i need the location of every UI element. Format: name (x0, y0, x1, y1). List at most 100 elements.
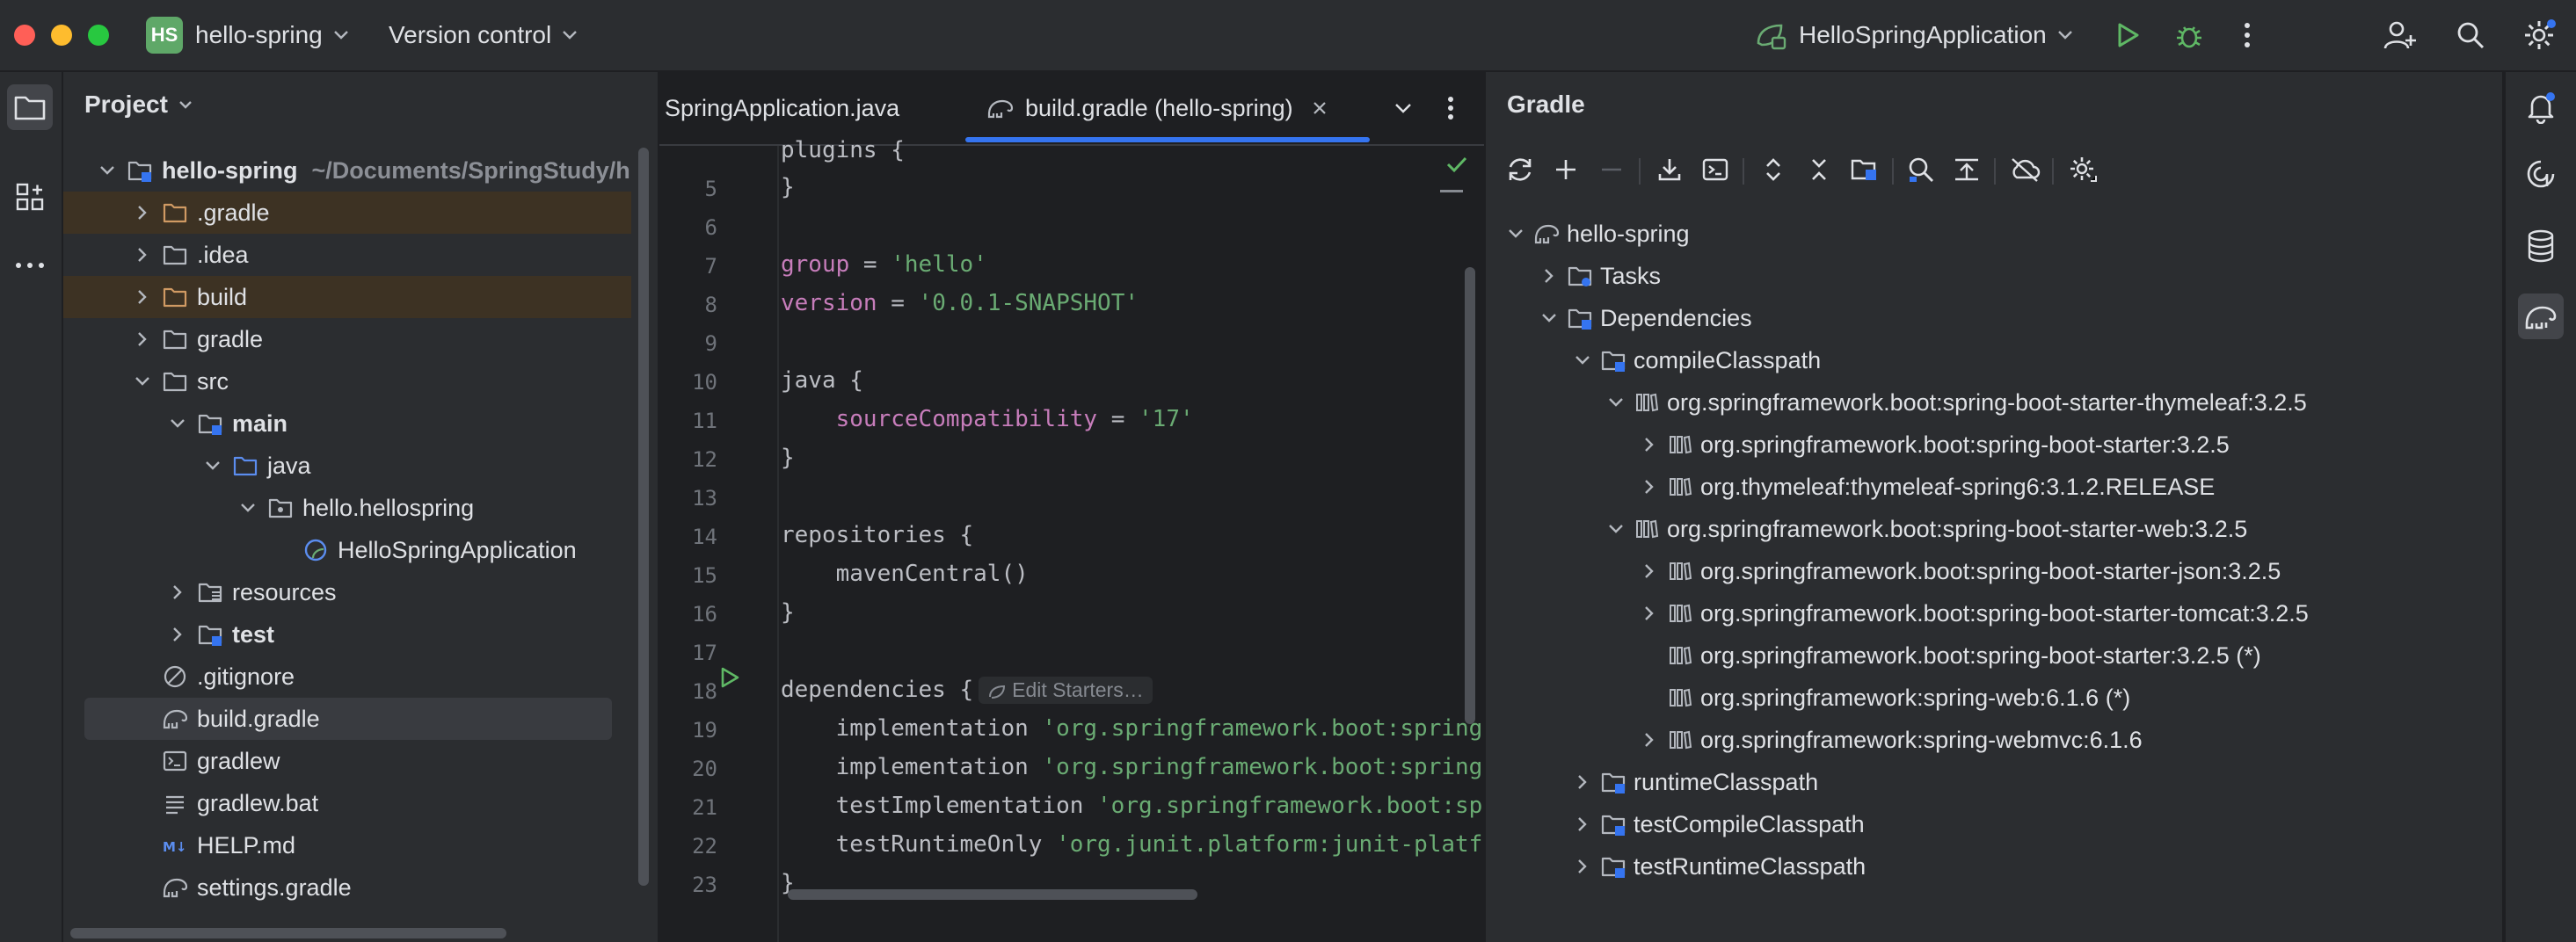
gradle-settings-button[interactable] (2066, 153, 2099, 186)
editor-horizontal-scrollbar[interactable] (788, 889, 1197, 900)
chevron-right-icon[interactable] (134, 246, 151, 264)
show-ignored-button[interactable] (1950, 153, 1983, 186)
tree-item[interactable]: gradlew (63, 740, 626, 782)
window-close-button[interactable] (14, 25, 35, 46)
tree-item[interactable]: test (63, 613, 626, 656)
chevron-right-icon[interactable] (169, 626, 186, 643)
gradle-tree-item[interactable]: org.springframework.boot:spring-boot-sta… (1486, 424, 2479, 466)
project-horizontal-scrollbar[interactable] (70, 928, 506, 938)
code-line[interactable]: implementation 'org.springframework.boot… (781, 715, 1484, 742)
run-configuration-selector[interactable]: HelloSpringApplication (1755, 0, 2073, 70)
tree-item[interactable]: build (63, 276, 631, 318)
chevron-right-icon[interactable] (1574, 773, 1591, 791)
project-vertical-scrollbar[interactable] (638, 148, 649, 886)
collapse-all-button[interactable] (1802, 153, 1836, 186)
tree-item[interactable]: hello-spring ~/Documents/SpringStudy/h (63, 149, 630, 192)
window-minimize-button[interactable] (51, 25, 72, 46)
chevron-down-icon[interactable] (239, 499, 257, 517)
tree-item[interactable]: gradle (63, 318, 626, 360)
tree-item[interactable]: .gradle (63, 192, 631, 234)
chevron-right-icon[interactable] (134, 288, 151, 306)
tree-item[interactable]: main (63, 402, 626, 445)
gradle-tree-item[interactable]: org.springframework.boot:spring-boot-sta… (1486, 592, 2479, 634)
code-line[interactable]: sourceCompatibility = '17' (781, 406, 1194, 432)
code-line[interactable]: java { (781, 367, 863, 394)
chevron-right-icon[interactable] (1641, 605, 1658, 622)
edit-starters-inlay[interactable]: Edit Starters… (979, 677, 1153, 704)
gradle-tree-item[interactable]: testRuntimeClasspath (1486, 845, 2479, 888)
code-line[interactable]: mavenCentral() (781, 561, 1029, 587)
code-line[interactable]: dependencies {Edit Starters… (781, 677, 1153, 704)
more-tool-windows-button[interactable] (7, 243, 53, 288)
gradle-tree-item[interactable]: Dependencies (1486, 297, 2479, 339)
chevron-down-icon[interactable] (1574, 351, 1591, 369)
code-line[interactable]: implementation 'org.springframework.boot… (781, 754, 1484, 780)
project-panel-header[interactable]: Project (84, 72, 193, 137)
chevron-right-icon[interactable] (1641, 478, 1658, 496)
gradle-tree-item[interactable]: org.springframework.boot:spring-boot-sta… (1486, 508, 2479, 550)
notifications-button[interactable] (2518, 84, 2564, 130)
code-line[interactable]: testImplementation 'org.springframework.… (781, 793, 1484, 819)
vcs-menu[interactable]: Version control (389, 0, 578, 70)
dependency-analyzer-button[interactable] (1848, 153, 1881, 186)
download-sources-button[interactable] (1653, 153, 1686, 186)
gradle-tree-item[interactable]: org.thymeleaf:thymeleaf-spring6:3.1.2.RE… (1486, 466, 2479, 508)
tree-item[interactable]: build.gradle (84, 698, 612, 740)
tree-item[interactable]: settings.gradle (63, 866, 626, 909)
tab-list-button[interactable] (1394, 72, 1412, 144)
reload-button[interactable] (1503, 153, 1537, 186)
chevron-down-icon[interactable] (204, 457, 222, 475)
gradle-tree-item[interactable]: runtimeClasspath (1486, 761, 2479, 803)
editor-more-button[interactable] (1447, 72, 1454, 144)
execute-task-button[interactable] (1699, 153, 1732, 186)
tree-item[interactable]: .gitignore (63, 656, 626, 698)
project-switcher[interactable]: HS hello-spring (146, 0, 349, 70)
code-line[interactable]: version = '0.0.1-SNAPSHOT' (781, 290, 1139, 316)
remove-project-button[interactable] (1595, 153, 1628, 186)
chevron-down-icon[interactable] (98, 162, 116, 179)
debug-button[interactable] (2172, 18, 2207, 53)
tree-item[interactable]: src (63, 360, 626, 402)
tree-item[interactable]: .idea (63, 234, 626, 276)
tree-item[interactable]: hello.hellospring (63, 487, 626, 529)
run-button[interactable] (2110, 18, 2145, 53)
code-line[interactable]: repositories { (781, 522, 973, 548)
gradle-tree-item[interactable]: hello-spring (1486, 213, 2479, 255)
add-project-button[interactable] (1549, 153, 1583, 186)
chevron-right-icon[interactable] (1574, 815, 1591, 833)
chevron-down-icon[interactable] (1540, 309, 1558, 327)
tab-build-gradle[interactable]: build.gradle (hello-spring) (986, 72, 1327, 144)
code-line[interactable]: group = 'hello' (781, 251, 987, 278)
offline-mode-button[interactable] (2008, 153, 2041, 186)
code-with-me-button[interactable] (2383, 18, 2418, 53)
tree-item[interactable]: java (63, 445, 626, 487)
code-line[interactable]: } (781, 599, 795, 626)
gradle-tree-item[interactable]: org.springframework:spring-webmvc:6.1.6 (1486, 719, 2479, 761)
gradle-tree-item[interactable]: org.springframework.boot:spring-boot-sta… (1486, 550, 2479, 592)
search-everywhere-button[interactable] (2453, 18, 2488, 53)
chevron-down-icon[interactable] (134, 373, 151, 390)
analyze-dependencies-button[interactable] (1904, 153, 1938, 186)
editor-vertical-scrollbar[interactable] (1465, 267, 1475, 724)
gradle-tool-button[interactable] (2518, 293, 2564, 339)
gradle-tree-item[interactable]: org.springframework:spring-web:6.1.6 (*) (1486, 677, 2479, 719)
more-actions-button[interactable] (2230, 18, 2265, 53)
chevron-right-icon[interactable] (1574, 858, 1591, 875)
code-line[interactable]: testRuntimeOnly 'org.junit.platform:juni… (781, 831, 1484, 858)
tree-item[interactable]: HelloSpringApplication (63, 529, 626, 571)
chevron-right-icon[interactable] (134, 204, 151, 221)
window-zoom-button[interactable] (88, 25, 109, 46)
chevron-right-icon[interactable] (134, 330, 151, 348)
gradle-tree-item[interactable]: Tasks (1486, 255, 2479, 297)
run-gutter-button[interactable] (719, 666, 740, 689)
chevron-right-icon[interactable] (169, 583, 186, 601)
project-tool-button[interactable] (7, 84, 53, 130)
chevron-down-icon[interactable] (1607, 394, 1625, 411)
structure-tool-button[interactable] (7, 174, 53, 220)
gradle-tree-item[interactable]: org.springframework.boot:spring-boot-sta… (1486, 381, 2479, 424)
code-line[interactable]: } (781, 174, 795, 200)
chevron-right-icon[interactable] (1641, 731, 1658, 749)
gradle-tree-item[interactable]: testCompileClasspath (1486, 803, 2479, 845)
code-line[interactable]: } (781, 445, 795, 471)
tree-item[interactable]: gradlew.bat (63, 782, 626, 824)
